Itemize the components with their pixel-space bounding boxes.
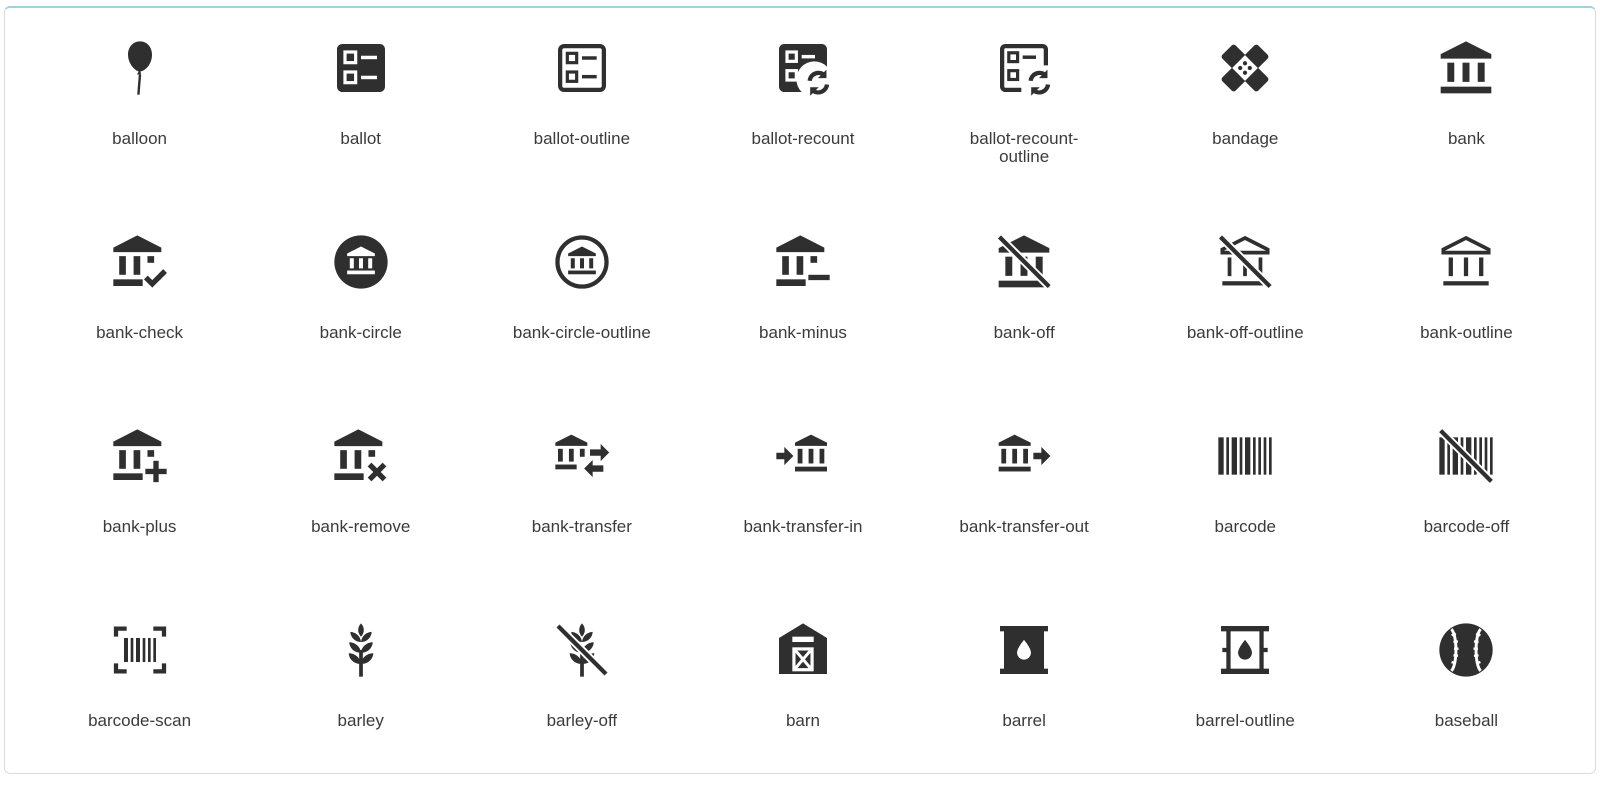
- icon-tile-baseball[interactable]: baseball: [1356, 612, 1577, 806]
- icon-tile-balloon[interactable]: balloon: [29, 30, 250, 224]
- bank-transfer-out-icon: [992, 424, 1056, 488]
- bank-minus-icon: [771, 230, 835, 294]
- bank-circle-icon: [329, 230, 393, 294]
- bank-check-icon: [108, 230, 172, 294]
- bank-plus-icon: [108, 424, 172, 488]
- bank-circle-outline-icon: [550, 230, 614, 294]
- ballot-recount-outline-icon: [992, 36, 1056, 100]
- icon-tile-bank-transfer-out[interactable]: bank-transfer-out: [914, 418, 1135, 612]
- barley-icon: [329, 618, 393, 682]
- icon-tile-barcode-off[interactable]: barcode-off: [1356, 418, 1577, 612]
- icon-label: bank-outline: [1420, 323, 1513, 342]
- icon-label: barcode-scan: [88, 711, 192, 730]
- icon-label: bank-circle-outline: [512, 323, 651, 342]
- bank-off-icon: [992, 230, 1056, 294]
- icon-tile-bank-check[interactable]: bank-check: [29, 224, 250, 418]
- icon-label: bank-minus: [759, 323, 847, 342]
- icon-label: bank-plus: [102, 517, 177, 536]
- icon-tile-bank-off-outline[interactable]: bank-off-outline: [1135, 224, 1356, 418]
- icon-label: ballot-recount: [751, 129, 855, 148]
- ballot-outline-icon: [550, 36, 614, 100]
- barcode-off-icon: [1434, 424, 1498, 488]
- icon-tile-barn[interactable]: barn: [692, 612, 913, 806]
- baseball-icon: [1434, 618, 1498, 682]
- bank-off-outline-icon: [1213, 230, 1277, 294]
- icon-label: barley: [337, 711, 384, 730]
- barcode-icon: [1213, 424, 1277, 488]
- icon-label: barcode: [1214, 517, 1276, 536]
- balloon-icon: [108, 36, 172, 100]
- icon-tile-bank-circle-outline[interactable]: bank-circle-outline: [471, 224, 692, 418]
- icon-tile-bank-circle[interactable]: bank-circle: [250, 224, 471, 418]
- icon-label: bandage: [1212, 129, 1279, 148]
- icon-tile-barrel-outline[interactable]: barrel-outline: [1135, 612, 1356, 806]
- bank-transfer-icon: [550, 424, 614, 488]
- bank-outline-icon: [1434, 230, 1498, 294]
- icon-label: barrel: [1002, 711, 1046, 730]
- icon-tile-bank-transfer[interactable]: bank-transfer: [471, 418, 692, 612]
- icon-label: baseball: [1434, 711, 1499, 730]
- icon-label: ballot-outline: [533, 129, 631, 148]
- icon-gallery-panel: balloon ballot ballot-outline ballot-rec…: [4, 6, 1596, 774]
- icon-label: barcode-off: [1423, 517, 1510, 536]
- icon-label: bank-circle: [319, 323, 402, 342]
- bank-icon: [1434, 36, 1498, 100]
- icon-tile-barley[interactable]: barley: [250, 612, 471, 806]
- icon-label: bank-transfer-in: [743, 517, 863, 536]
- barn-icon: [771, 618, 835, 682]
- icon-label: bank-off-outline: [1186, 323, 1304, 342]
- icon-label: bank-off: [993, 323, 1055, 342]
- icon-tile-ballot-recount-outline[interactable]: ballot-recount-outline: [914, 30, 1135, 224]
- icon-label: ballot: [340, 129, 382, 148]
- icon-tile-ballot[interactable]: ballot: [250, 30, 471, 224]
- icon-label: barn: [785, 711, 820, 730]
- icon-tile-bank-plus[interactable]: bank-plus: [29, 418, 250, 612]
- icon-label: bank-check: [96, 323, 184, 342]
- icon-tile-barrel[interactable]: barrel: [914, 612, 1135, 806]
- icon-tile-bank-off[interactable]: bank-off: [914, 224, 1135, 418]
- icon-tile-barley-off[interactable]: barley-off: [471, 612, 692, 806]
- icon-tile-ballot-recount[interactable]: ballot-recount: [692, 30, 913, 224]
- barrel-outline-icon: [1213, 618, 1277, 682]
- bank-remove-icon: [329, 424, 393, 488]
- icon-tile-bank[interactable]: bank: [1356, 30, 1577, 224]
- icon-label: bank-remove: [311, 517, 411, 536]
- icon-label: bank-transfer: [531, 517, 632, 536]
- icon-label: balloon: [112, 129, 167, 148]
- icon-tile-ballot-outline[interactable]: ballot-outline: [471, 30, 692, 224]
- icon-label: barley-off: [546, 711, 618, 730]
- icon-tile-barcode[interactable]: barcode: [1135, 418, 1356, 612]
- ballot-recount-icon: [771, 36, 835, 100]
- icon-tile-bandage[interactable]: bandage: [1135, 30, 1356, 224]
- icon-grid: balloon ballot ballot-outline ballot-rec…: [29, 30, 1577, 806]
- icon-tile-bank-remove[interactable]: bank-remove: [250, 418, 471, 612]
- bank-transfer-in-icon: [771, 424, 835, 488]
- barrel-icon: [992, 618, 1056, 682]
- bandage-icon: [1213, 36, 1277, 100]
- icon-tile-bank-transfer-in[interactable]: bank-transfer-in: [692, 418, 913, 612]
- icon-tile-bank-outline[interactable]: bank-outline: [1356, 224, 1577, 418]
- barcode-scan-icon: [108, 618, 172, 682]
- icon-label: bank: [1447, 129, 1485, 148]
- ballot-icon: [329, 36, 393, 100]
- icon-label: barrel-outline: [1195, 711, 1295, 730]
- icon-tile-barcode-scan[interactable]: barcode-scan: [29, 612, 250, 806]
- barley-off-icon: [550, 618, 614, 682]
- icon-label: bank-transfer-out: [959, 517, 1089, 536]
- icon-tile-bank-minus[interactable]: bank-minus: [692, 224, 913, 418]
- icon-label: ballot-recount-outline: [969, 129, 1079, 166]
